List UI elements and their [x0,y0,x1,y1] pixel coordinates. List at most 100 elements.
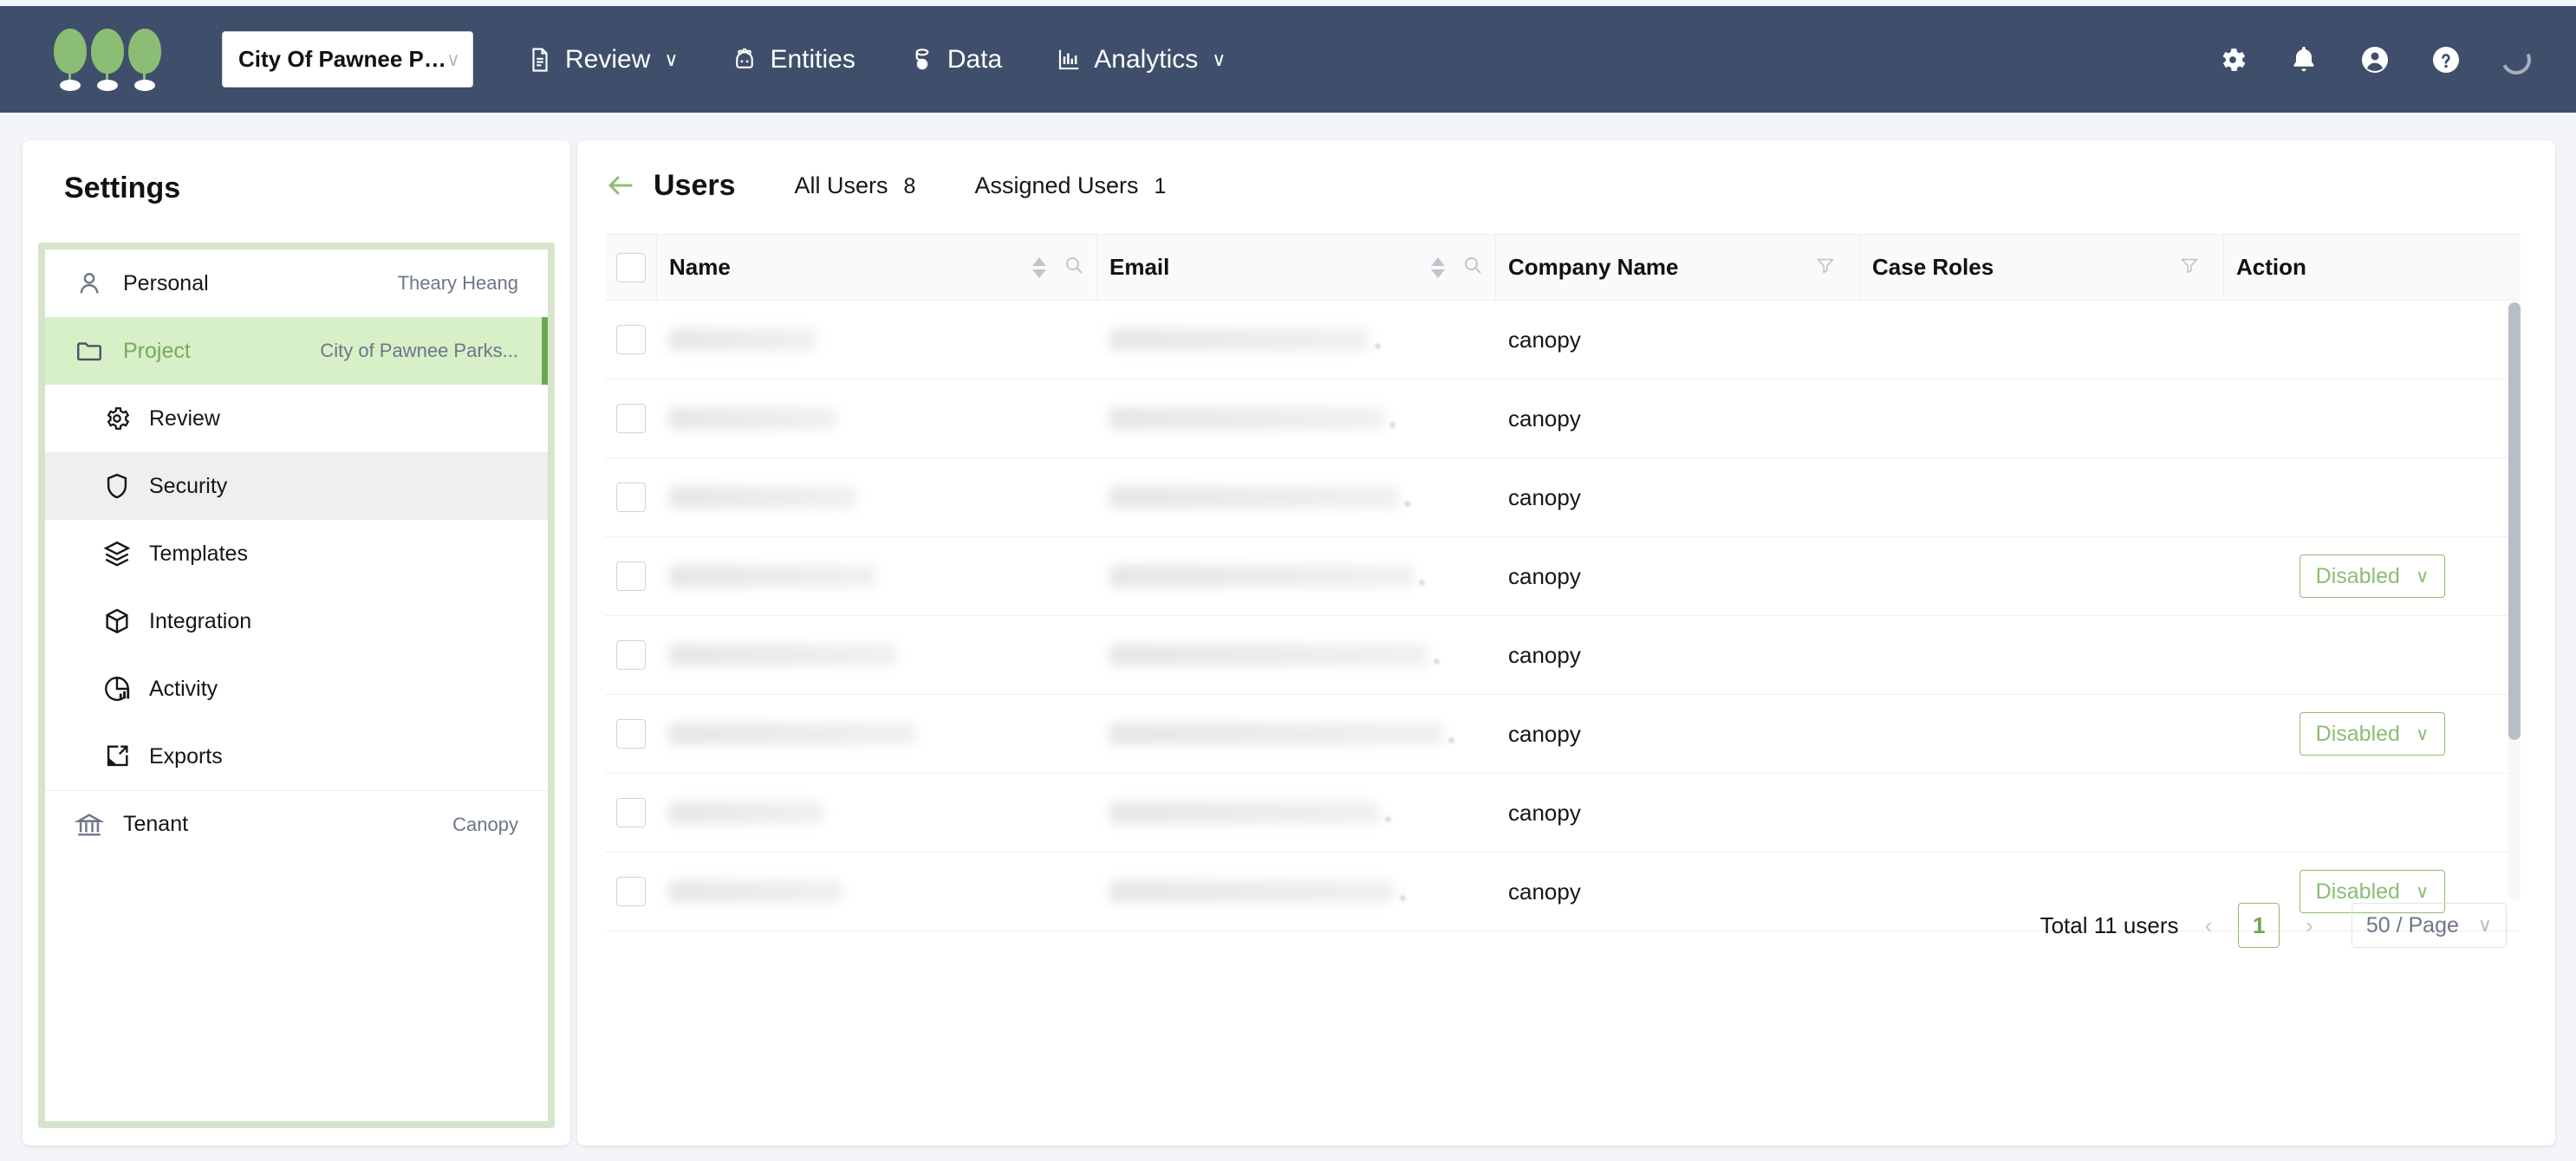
row-select-cell [605,301,657,379]
sidebar-item-review-label: Review [149,405,220,431]
help-question-icon[interactable] [2430,44,2462,75]
database-icon [909,46,935,74]
cell-company-name: canopy [1496,379,1860,457]
account-avatar-icon[interactable] [2359,44,2391,75]
package-icon [102,606,132,636]
sort-name-icon[interactable] [1032,256,1046,278]
sidebar-item-tenant[interactable]: Tenant Canopy [45,790,548,858]
redacted-name [669,644,896,666]
cell-email: . [1097,616,1496,694]
sidebar-item-activity[interactable]: Activity [45,655,548,723]
next-page-button[interactable]: › [2302,912,2317,939]
nav-item-data[interactable]: Data [909,45,1002,75]
select-all-checkbox[interactable] [615,252,646,282]
search-email-icon[interactable] [1462,255,1483,280]
row-checkbox[interactable] [616,877,646,906]
redacted-name [669,565,876,587]
cell-name [657,301,1097,379]
layers-icon [102,539,132,568]
scrollbar-thumb[interactable] [2508,302,2521,740]
users-table: Name Email Company Name Case Roles Actio… [605,234,2521,931]
row-checkbox[interactable] [616,404,646,433]
nav-item-review[interactable]: Review ∨ [527,45,678,75]
column-header-company-name[interactable]: Company Name [1496,235,1860,300]
table-row[interactable]: . canopy Disabled ∨ [605,695,2521,774]
row-checkbox[interactable] [616,719,646,749]
sidebar-item-project-label: Project [123,338,191,363]
back-arrow-icon[interactable] [605,170,636,201]
page-number-1[interactable]: 1 [2238,903,2280,948]
document-icon [527,46,553,74]
tab-all-users[interactable]: All Users 8 [795,172,916,199]
sidebar-item-review[interactable]: Review [45,385,548,452]
row-select-cell [605,379,657,457]
row-select-cell [605,537,657,615]
entities-icon [732,46,758,74]
cell-case-roles [1860,537,2224,615]
column-header-name-label: Name [669,254,731,280]
sidebar-item-project[interactable]: Project City of Pawnee Parks... [45,317,548,385]
cell-email: . [1097,537,1496,615]
settings-gear-icon[interactable] [2217,44,2248,75]
chevron-down-icon: ∨ [664,48,679,70]
nav-item-analytics[interactable]: Analytics ∨ [1056,45,1226,75]
row-checkbox[interactable] [616,640,646,670]
table-row[interactable]: . canopy [605,379,2521,458]
filter-company-icon[interactable] [1816,255,1847,280]
tab-assigned-users-label: Assigned Users [974,172,1139,198]
redacted-email [1109,723,1443,745]
pagination: Total 11 users ‹ 1 › 50 / Page ∨ [2040,903,2507,948]
sidebar-item-security[interactable]: Security [45,452,548,520]
folder-icon [75,336,104,366]
table-row[interactable]: . canopy [605,458,2521,537]
sort-email-icon[interactable] [1431,256,1445,278]
select-all-cell [605,235,657,300]
table-vertical-scrollbar[interactable] [2508,302,2521,900]
table-row[interactable]: . canopy [605,774,2521,853]
row-checkbox[interactable] [616,325,646,354]
table-row[interactable]: . canopy [605,616,2521,695]
notifications-bell-icon[interactable] [2288,44,2319,75]
three-trees-logo[interactable] [54,28,161,91]
column-header-action-label: Action [2236,254,2306,280]
sidebar-item-templates[interactable]: Templates [45,520,548,587]
sidebar-item-personal[interactable]: Personal Theary Heang [45,250,548,317]
tab-assigned-users[interactable]: Assigned Users 1 [974,172,1166,199]
email-truncation-dot: . [1375,326,1382,353]
redacted-email [1109,407,1384,430]
cell-name [657,853,1097,931]
tab-assigned-users-count: 1 [1154,173,1167,198]
search-name-icon[interactable] [1064,255,1084,280]
status-dropdown-label: Disabled [2315,879,2400,904]
status-dropdown-disabled[interactable]: Disabled ∨ [2299,712,2446,756]
row-checkbox[interactable] [616,798,646,827]
column-header-email[interactable]: Email [1097,235,1496,300]
row-select-cell [605,774,657,852]
table-row[interactable]: . canopy [605,301,2521,379]
row-checkbox[interactable] [616,561,646,591]
redacted-email [1109,801,1380,824]
chevron-down-icon: ∨ [2415,566,2430,587]
column-header-case-roles[interactable]: Case Roles [1860,235,2224,300]
export-icon [102,742,132,771]
column-header-name[interactable]: Name [657,235,1097,300]
cell-action: Disabled ∨ [2224,695,2521,773]
sidebar-item-integration[interactable]: Integration [45,587,548,655]
page-size-selector[interactable]: 50 / Page ∨ [2351,903,2507,948]
row-checkbox[interactable] [616,483,646,512]
table-row[interactable]: . canopy Disabled ∨ [605,537,2521,616]
top-navigation-bar: City Of Pawnee Parks Dept ∨ Review ∨ [0,6,2576,113]
tab-all-users-count: 8 [903,173,916,198]
nav-item-entities[interactable]: Entities [732,45,855,75]
email-truncation-dot: . [1448,720,1455,747]
status-dropdown-disabled[interactable]: Disabled ∨ [2299,555,2446,598]
prev-page-button[interactable]: ‹ [2202,912,2216,939]
sidebar-item-project-value: City of Pawnee Parks... [320,340,518,361]
sidebar-item-templates-label: Templates [149,541,248,566]
sidebar-item-exports[interactable]: Exports [45,723,548,790]
sidebar-item-tenant-value: Canopy [452,813,518,835]
filter-case-roles-icon[interactable] [2180,255,2211,280]
page-size-label: 50 / Page [2365,912,2459,937]
sidebar-item-exports-label: Exports [149,743,223,769]
project-selector[interactable]: City Of Pawnee Parks Dept ∨ [222,31,473,88]
